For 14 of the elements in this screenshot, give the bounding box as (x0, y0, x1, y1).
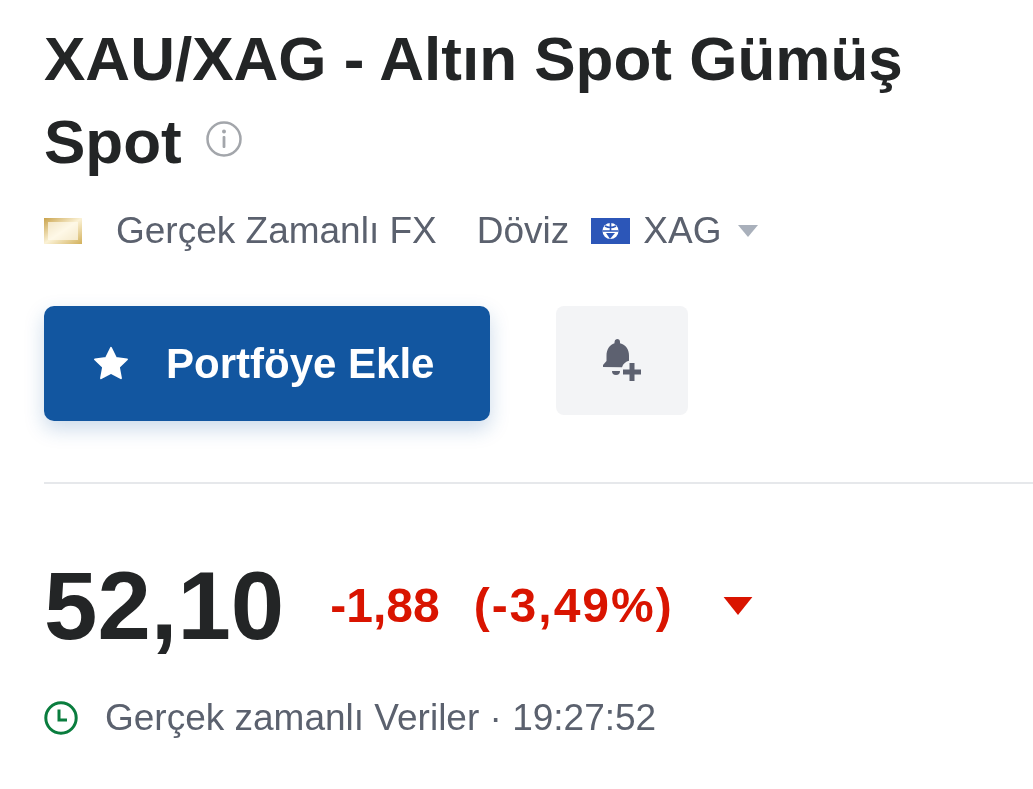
clock-icon (44, 700, 78, 735)
add-to-portfolio-button[interactable]: Portföye Ekle (44, 306, 490, 421)
currency-dropdown[interactable]: XAG (591, 203, 759, 259)
source-label: Gerçek Zamanlı FX (116, 209, 437, 254)
price-value: 52,10 (44, 554, 285, 658)
caret-icon (738, 225, 759, 237)
price-change: -1,88 (330, 578, 440, 634)
price-change-percent: (-3,49%) (473, 578, 674, 634)
ingot-icon (44, 218, 82, 244)
add-alert-button[interactable] (556, 306, 688, 415)
flag-icon (591, 218, 631, 244)
page-title: XAU/XAG - Altın Spot Gümüş Spot (44, 23, 904, 178)
realtime-data-status: Gerçek zamanlı Veriler · 19:27:52 (105, 696, 657, 740)
category-label: Döviz (476, 209, 570, 254)
